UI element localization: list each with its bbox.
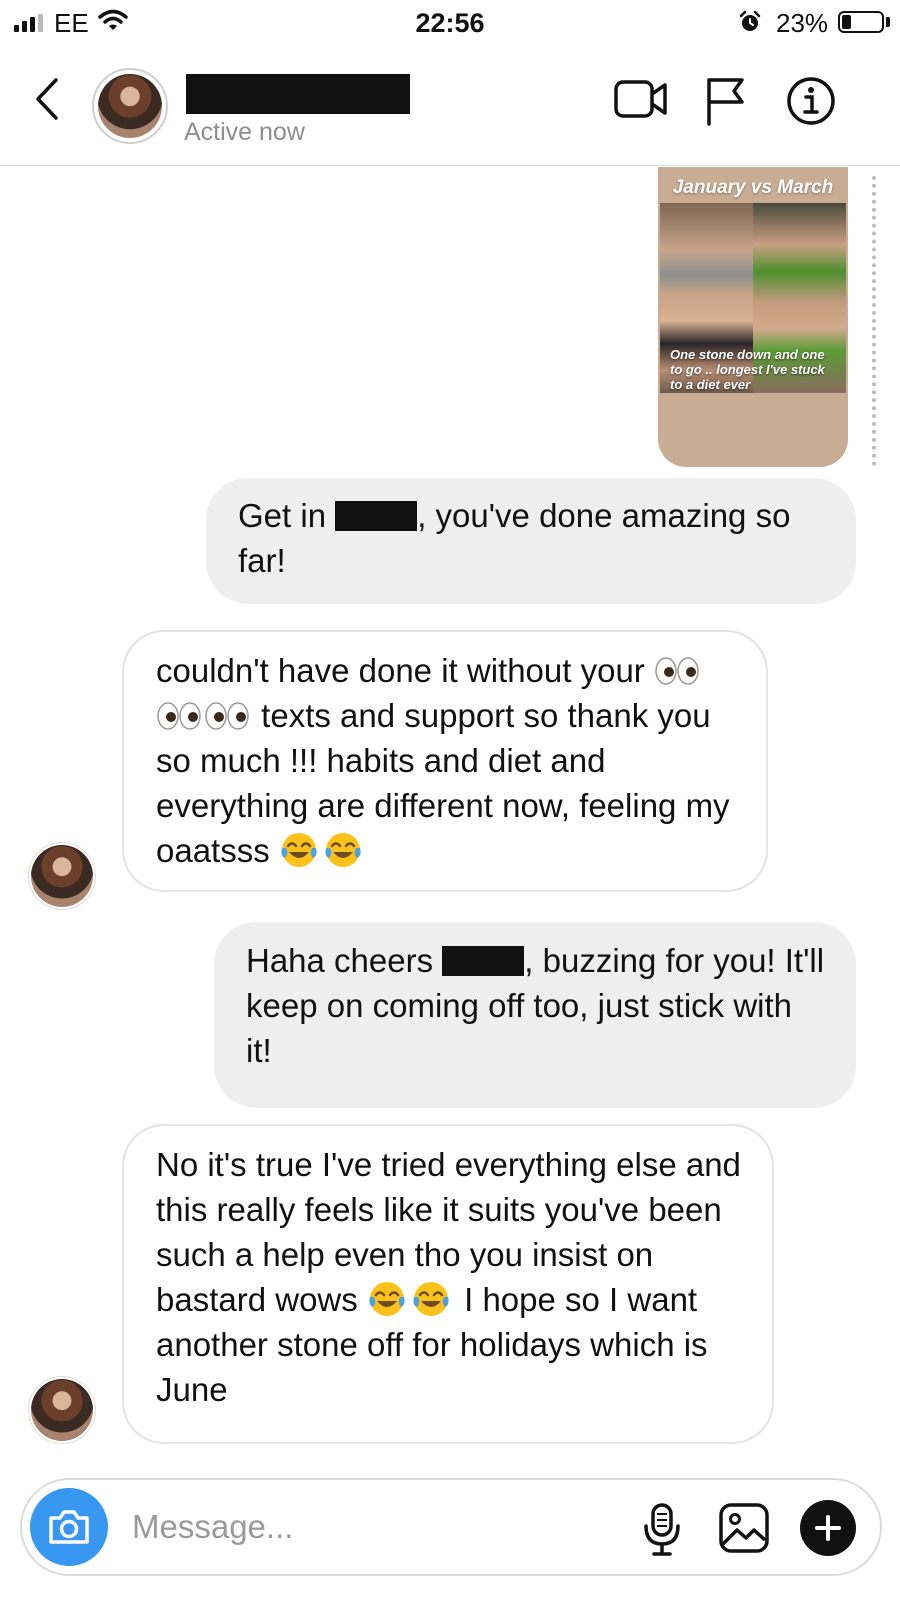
redacted-name — [335, 501, 418, 531]
contact-name-redacted[interactable] — [186, 74, 410, 114]
status-bar: EE 22:56 23% — [0, 0, 900, 46]
chat-header: Active now — [0, 46, 900, 166]
eyes-emoji — [655, 657, 699, 685]
gallery-icon[interactable] — [718, 1502, 770, 1559]
shared-story[interactable]: January vs March One stone down and one … — [658, 167, 848, 467]
clock: 22:56 — [415, 8, 485, 38]
scroll-indicator — [872, 176, 876, 466]
message-text-start: Get in — [238, 497, 327, 534]
contact-avatar-image — [98, 74, 162, 138]
redacted-name — [442, 946, 525, 976]
story-caption: One stone down and one to go .. longest … — [670, 347, 825, 392]
battery-level — [842, 15, 851, 29]
message-composer — [20, 1478, 882, 1576]
back-icon[interactable] — [32, 76, 62, 127]
alarm-icon — [738, 10, 762, 41]
camera-icon[interactable] — [30, 1488, 108, 1566]
eyes-emoji — [205, 702, 249, 730]
tears-of-joy-emoji — [413, 1282, 449, 1316]
message-text-start: Haha cheers — [246, 942, 434, 979]
sender-avatar[interactable] — [28, 842, 96, 910]
contact-avatar[interactable] — [92, 68, 168, 144]
sender-avatar-image — [31, 845, 93, 907]
sent-message[interactable]: Get in , you've done amazing so far! — [206, 478, 856, 604]
received-message[interactable]: No it's true I've tried everything else … — [122, 1124, 774, 1444]
tears-of-joy-emoji — [281, 833, 317, 867]
sender-avatar[interactable] — [28, 1376, 96, 1444]
received-message[interactable]: couldn't have done it without your texts… — [122, 630, 768, 892]
eyes-emoji — [157, 702, 201, 730]
message-input[interactable] — [132, 1504, 612, 1550]
tears-of-joy-emoji — [325, 833, 361, 867]
sender-avatar-image — [31, 1379, 93, 1441]
active-status: Active now — [184, 118, 305, 146]
battery-nub — [886, 17, 890, 27]
sent-message[interactable]: Haha cheers , buzzing for you! It'll kee… — [214, 922, 856, 1108]
battery-icon — [838, 11, 884, 33]
battery-percentage: 23% — [776, 8, 829, 38]
plus-icon[interactable] — [800, 1500, 856, 1556]
story-title: January vs March — [672, 177, 834, 198]
flag-icon[interactable] — [704, 76, 748, 131]
video-call-icon[interactable] — [614, 76, 668, 127]
message-text-start: couldn't have done it without your — [156, 652, 645, 689]
microphone-icon[interactable] — [642, 1502, 682, 1563]
info-icon[interactable] — [786, 76, 836, 131]
tears-of-joy-emoji — [369, 1282, 405, 1316]
